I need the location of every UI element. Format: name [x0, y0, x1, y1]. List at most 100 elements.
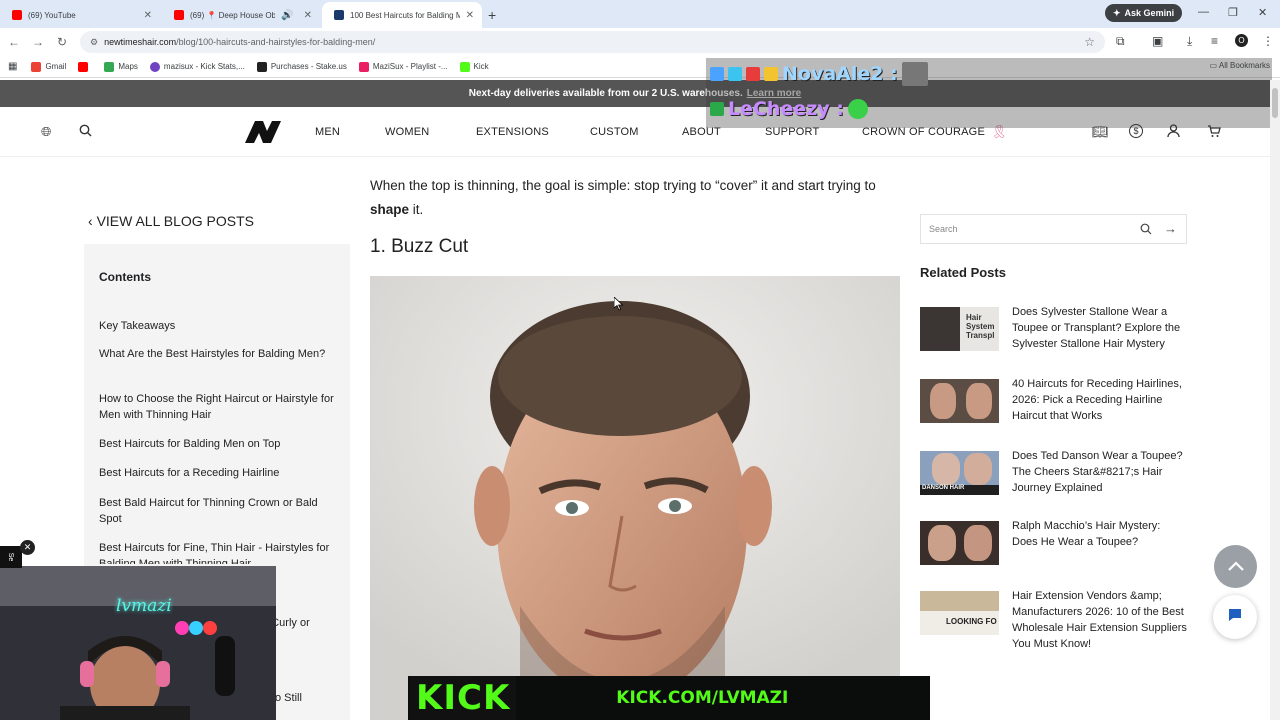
- intro-end: it.: [412, 202, 424, 217]
- search-icon[interactable]: [79, 124, 92, 140]
- maps-icon: [104, 61, 115, 72]
- bookmark-star-icon[interactable]: ☆: [1084, 35, 1095, 49]
- tab-youtube[interactable]: (69) YouTube ✕: [0, 2, 160, 28]
- post-thumbnail[interactable]: Hair System Transpl: [920, 307, 999, 351]
- nav-men[interactable]: MEN: [315, 126, 340, 138]
- mouse-cursor-icon: [614, 297, 624, 311]
- youtube-icon: [78, 61, 89, 72]
- bookmark-label: MaziSux - Playlist -...: [372, 62, 448, 71]
- chat-user-row: NovaAle2 :: [710, 62, 928, 86]
- close-icon[interactable]: ✕: [20, 540, 35, 555]
- stream-chat-overlay: NovaAle2 : LeCheezy :: [706, 58, 1272, 128]
- tab-newtimeshair[interactable]: 100 Best Haircuts for Balding M ✕: [322, 2, 482, 28]
- contents-title: Contents: [99, 270, 151, 284]
- site-info-icon[interactable]: ⚙: [90, 37, 98, 48]
- close-icon[interactable]: ✕: [466, 10, 474, 21]
- chat-bubble-icon: [1227, 607, 1243, 628]
- related-post-title[interactable]: Hair Extension Vendors &amp; Manufacture…: [1012, 588, 1188, 652]
- related-post-title[interactable]: 40 Haircuts for Receding Hairlines, 2026…: [1012, 376, 1188, 424]
- toc-item[interactable]: Best Haircuts for a Receding Hairline: [99, 465, 335, 481]
- chevron-left-icon: ‹: [88, 213, 97, 229]
- related-post-title[interactable]: Ralph Macchio’s Hair Mystery: Does He We…: [1012, 518, 1188, 550]
- tab-deep-house[interactable]: (69) 📍 Deep House Obse 🔊 ✕: [162, 2, 320, 28]
- bookmark-label: Maps: [118, 62, 138, 71]
- chat-widget-button[interactable]: [1213, 595, 1257, 639]
- nav-extensions[interactable]: EXTENSIONS: [476, 126, 549, 138]
- tab-search-icon[interactable]: ▣: [1152, 34, 1163, 48]
- related-post-title[interactable]: Does Ted Danson Wear a Toupee? The Cheer…: [1012, 448, 1188, 496]
- bookmark-kick[interactable]: Kick: [459, 61, 489, 72]
- apps-grid-icon[interactable]: ▦: [8, 61, 17, 72]
- blog-search-input[interactable]: Search →: [920, 214, 1187, 244]
- related-post-title[interactable]: Does Sylvester Stallone Wear a Toupee or…: [1012, 304, 1188, 352]
- scrollbar-thumb[interactable]: [1272, 88, 1278, 118]
- bookmark-maps[interactable]: Maps: [104, 61, 138, 72]
- toc-item[interactable]: Best Haircuts for Fine, Thin Hair - Hair…: [99, 540, 335, 564]
- new-tab-button[interactable]: +: [488, 7, 496, 23]
- stats-icon: [149, 61, 160, 72]
- reload-icon[interactable]: ↻: [50, 35, 74, 49]
- post-thumbnail[interactable]: DANSON HAIR: [920, 451, 999, 495]
- post-thumbnail[interactable]: LOOKING FO: [920, 591, 999, 635]
- globe-icon[interactable]: 🌐︎: [41, 124, 51, 140]
- profile-avatar-icon[interactable]: O: [1235, 34, 1248, 47]
- chat-username: LeCheezy :: [728, 98, 844, 120]
- toc-item[interactable]: Best Bald Haircut for Thinning Crown or …: [99, 495, 335, 527]
- scroll-to-top-button[interactable]: [1214, 545, 1257, 588]
- ask-gemini-button[interactable]: ✦ Ask Gemini: [1105, 4, 1183, 22]
- post-thumbnail[interactable]: [920, 521, 999, 565]
- post-thumbnail[interactable]: [920, 379, 999, 423]
- url-path: /blog/100-haircuts-and-hairstyles-for-ba…: [176, 37, 376, 47]
- tools-badge-icon: [710, 67, 724, 81]
- download-icon[interactable]: ⤓: [1187, 34, 1192, 49]
- bookmark-gmail[interactable]: Gmail: [31, 61, 66, 72]
- related-posts-title: Related Posts: [920, 265, 1006, 280]
- url-bar[interactable]: ⚙ newtimeshair.com /blog/100-haircuts-an…: [80, 31, 1105, 53]
- nav-women[interactable]: WOMEN: [385, 126, 429, 138]
- page-scrollbar[interactable]: [1270, 80, 1280, 720]
- neon-sign: lvmazi: [116, 596, 172, 616]
- crown-badge-icon: [764, 67, 778, 81]
- star-badge-icon: [710, 102, 724, 116]
- bookmark-playlist[interactable]: MaziSux - Playlist -...: [358, 61, 448, 72]
- toc-item[interactable]: Best Haircuts for Balding Men on Top: [99, 436, 335, 452]
- intro-bold: shape: [370, 202, 410, 217]
- nav-custom[interactable]: CUSTOM: [590, 126, 639, 138]
- search-icon[interactable]: [1140, 223, 1152, 237]
- bookmark-label: mazisux - Kick Stats,...: [163, 62, 245, 71]
- browser-tab-strip: (69) YouTube ✕ (69) 📍 Deep House Obse 🔊 …: [0, 0, 1280, 28]
- avatar: [901, 62, 928, 86]
- thumbnail-caption: Hair System Transpl: [966, 313, 995, 340]
- toc-item[interactable]: Key Takeaways: [99, 318, 335, 334]
- tab-title: (69) 📍 Deep House Obse: [190, 10, 276, 20]
- webcam-side-tab[interactable]: Se: [0, 546, 22, 568]
- cube-badge-icon: [728, 67, 742, 81]
- site-logo-icon[interactable]: [245, 121, 281, 143]
- window-close-icon[interactable]: ✕: [1258, 6, 1267, 19]
- media-icon[interactable]: ≡: [1211, 34, 1218, 48]
- intro-text: When the top is thinning, the goal is si…: [370, 178, 876, 193]
- close-icon[interactable]: ✕: [304, 10, 312, 21]
- tab-title: 100 Best Haircuts for Balding M: [350, 10, 460, 20]
- menu-dots-icon[interactable]: ⋮: [1262, 34, 1274, 48]
- speaker-icon[interactable]: 🔊: [281, 10, 293, 21]
- arrow-right-icon[interactable]: →: [1164, 221, 1177, 236]
- restore-icon[interactable]: ❐: [1228, 6, 1238, 19]
- toc-item[interactable]: How to Choose the Right Haircut or Hairs…: [99, 391, 335, 423]
- chevron-up-icon: [1227, 556, 1245, 577]
- toc-item[interactable]: What Are the Best Hairstyles for Balding…: [99, 346, 335, 362]
- tab-title: (69) YouTube: [28, 10, 76, 20]
- back-link-label: VIEW ALL BLOG POSTS: [96, 213, 254, 229]
- view-all-posts-link[interactable]: ‹ VIEW ALL BLOG POSTS: [88, 213, 254, 229]
- bookmark-youtube[interactable]: [78, 61, 92, 72]
- bookmark-kick-stats[interactable]: mazisux - Kick Stats,...: [149, 61, 245, 72]
- extensions-icon[interactable]: ⧉: [1116, 34, 1125, 49]
- back-icon[interactable]: ←: [2, 35, 26, 49]
- toc-item-partial[interactable]: o Still: [275, 690, 335, 706]
- chat-user-row: LeCheezy :: [710, 98, 868, 120]
- close-icon[interactable]: ✕: [144, 10, 152, 21]
- star-badge-icon: [746, 67, 760, 81]
- bookmark-stake[interactable]: Purchases - Stake.us: [256, 61, 347, 72]
- minimize-icon[interactable]: —: [1198, 6, 1209, 18]
- forward-icon[interactable]: →: [26, 35, 50, 49]
